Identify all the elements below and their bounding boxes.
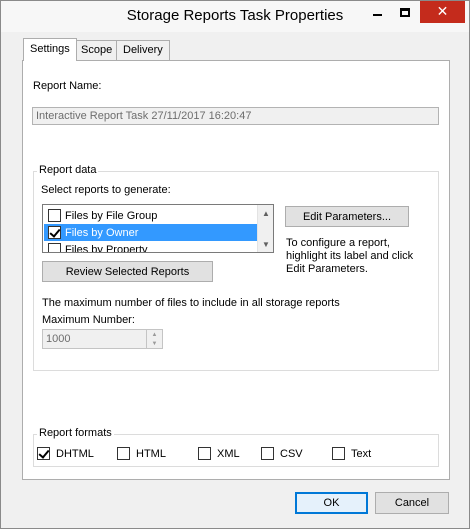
ok-label: OK: [323, 497, 340, 509]
edit-parameters-label: Edit Parameters...: [302, 210, 392, 223]
files-by-property-checkbox[interactable]: [48, 243, 61, 252]
ok-button[interactable]: OK: [295, 492, 368, 514]
files-by-owner-checkbox[interactable]: [48, 226, 61, 239]
format-text[interactable]: Text: [332, 447, 371, 460]
configure-help-text: To configure a report, highlight its lab…: [286, 237, 414, 275]
max-files-label: The maximum number of files to include i…: [42, 297, 340, 309]
max-number-value: 1000: [46, 333, 71, 345]
stepper-up-icon[interactable]: ▲: [147, 330, 162, 339]
xml-checkbox[interactable]: [198, 447, 211, 460]
listbox-scrollbar[interactable]: ▲ ▼: [257, 205, 273, 252]
report-data-caption: Report data: [37, 164, 99, 176]
report-name-value: Interactive Report Task 27/11/2017 16:20…: [36, 110, 252, 122]
reports-listbox[interactable]: Files by File Group Files by Owner Files…: [42, 204, 274, 253]
format-csv[interactable]: CSV: [261, 447, 303, 460]
report-name-field[interactable]: Interactive Report Task 27/11/2017 16:20…: [32, 107, 439, 125]
stepper-down-icon[interactable]: ▼: [147, 339, 162, 348]
cancel-label: Cancel: [394, 497, 430, 509]
list-item-files-by-property[interactable]: Files by Property: [44, 241, 258, 253]
scroll-up-icon[interactable]: ▲: [258, 205, 273, 221]
html-checkbox[interactable]: [117, 447, 130, 460]
close-button[interactable]: ✕: [420, 1, 465, 23]
stepper-buttons[interactable]: ▲ ▼: [146, 330, 162, 348]
format-label: Text: [351, 447, 372, 460]
files-by-file-group-checkbox[interactable]: [48, 209, 61, 222]
list-item-files-by-owner[interactable]: Files by Owner: [44, 224, 258, 241]
format-html[interactable]: HTML: [117, 447, 166, 460]
tab-delivery-label: Delivery: [123, 44, 163, 56]
cancel-button[interactable]: Cancel: [375, 492, 449, 514]
report-formats-caption: Report formats: [37, 427, 114, 439]
max-number-stepper[interactable]: 1000 ▲ ▼: [42, 329, 163, 349]
tab-settings[interactable]: Settings: [23, 38, 77, 61]
report-name-label: Report Name:: [33, 80, 102, 92]
format-label: XML: [217, 447, 240, 460]
list-item-files-by-file-group[interactable]: Files by File Group: [44, 207, 258, 224]
scroll-down-icon[interactable]: ▼: [258, 236, 273, 252]
list-item-label: Files by Owner: [65, 226, 139, 239]
csv-checkbox[interactable]: [261, 447, 274, 460]
tab-settings-label: Settings: [30, 43, 70, 55]
minimize-button[interactable]: [364, 1, 391, 23]
close-icon: ✕: [436, 4, 449, 20]
minimize-icon: [373, 14, 382, 16]
format-label: CSV: [280, 447, 303, 460]
tab-delivery[interactable]: Delivery: [116, 40, 170, 60]
format-dhtml[interactable]: DHTML: [37, 447, 94, 460]
format-xml[interactable]: XML: [198, 447, 240, 460]
review-selected-reports-button[interactable]: Review Selected Reports: [42, 261, 213, 282]
format-label: DHTML: [56, 447, 94, 460]
tab-scope-label: Scope: [81, 44, 113, 56]
list-item-label: Files by File Group: [65, 209, 158, 222]
edit-parameters-button[interactable]: Edit Parameters...: [285, 206, 409, 227]
select-reports-label: Select reports to generate:: [41, 184, 171, 196]
maximize-button[interactable]: [391, 1, 418, 23]
text-checkbox[interactable]: [332, 447, 345, 460]
tab-scope[interactable]: Scope: [74, 40, 120, 60]
max-number-label: Maximum Number:: [42, 314, 135, 326]
review-selected-reports-label: Review Selected Reports: [65, 265, 190, 278]
dhtml-checkbox[interactable]: [37, 447, 50, 460]
title-bar[interactable]: Storage Reports Task Properties ✕: [1, 1, 469, 32]
list-item-label: Files by Property: [65, 243, 148, 253]
dialog-window: Storage Reports Task Properties ✕ Settin…: [0, 0, 470, 529]
format-label: HTML: [136, 447, 166, 460]
maximize-icon: [399, 7, 410, 17]
